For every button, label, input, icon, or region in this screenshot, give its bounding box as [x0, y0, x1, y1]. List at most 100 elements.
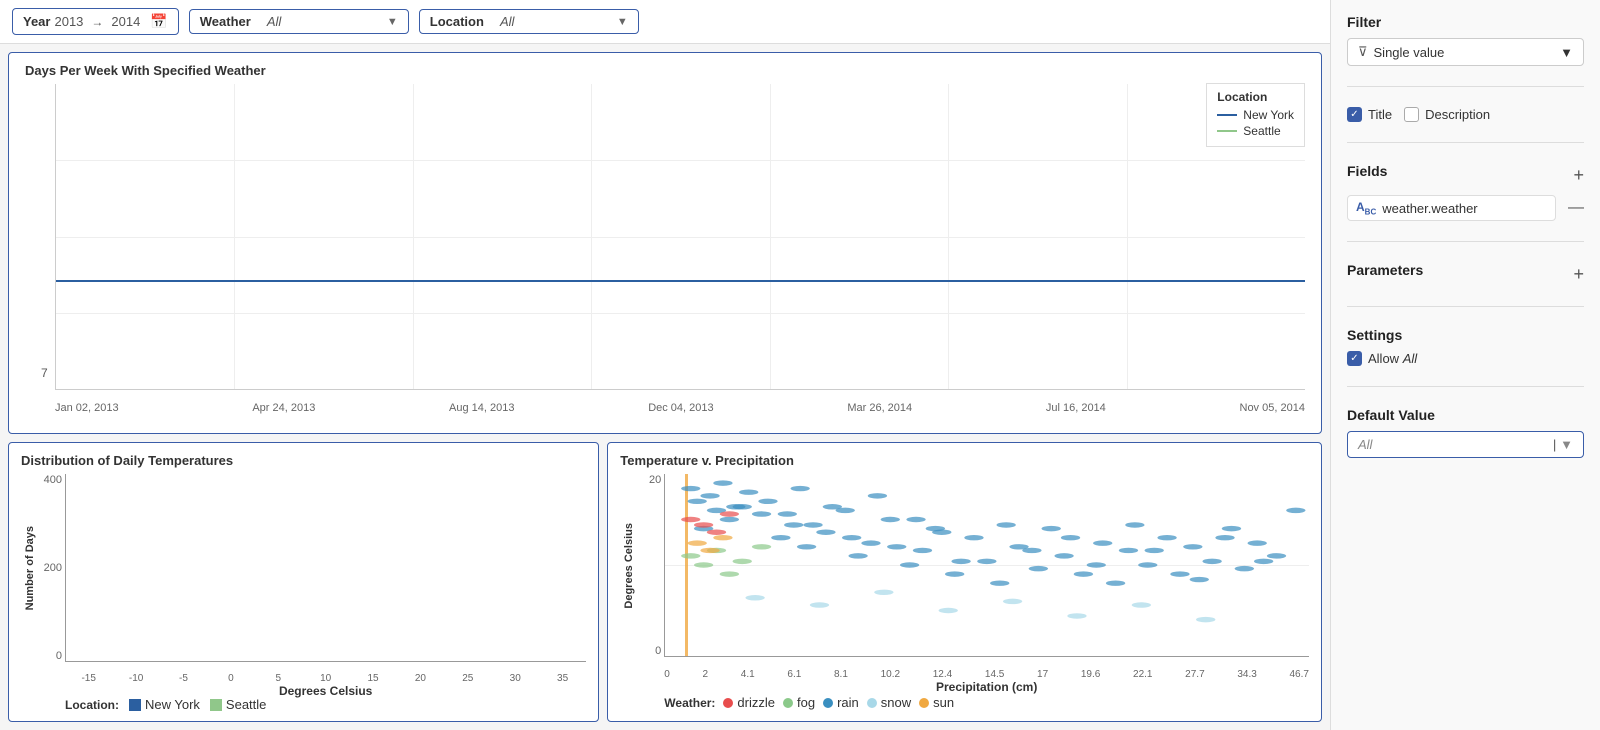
x-label-5: Jul 16, 2014 — [1046, 402, 1106, 414]
hist-legend-ny: New York — [129, 697, 200, 712]
scatter-svg — [665, 474, 1309, 656]
allow-all-checkmark-icon: ✓ — [1350, 353, 1358, 364]
hist-title: Distribution of Daily Temperatures — [21, 453, 586, 468]
location-filter[interactable]: Location All ▼ — [419, 9, 639, 34]
sun-dot-icon — [919, 698, 929, 708]
weather-filter[interactable]: Weather All ▼ — [189, 9, 409, 34]
x-label-6: Nov 05, 2014 — [1240, 402, 1305, 414]
main-content: Year 2013 → 2014 📅 Weather All ▼ Locatio… — [0, 0, 1330, 730]
hist-y-200: 200 — [44, 562, 62, 574]
scatter-legend-drizzle: drizzle — [723, 695, 775, 710]
year-filter[interactable]: Year 2013 → 2014 📅 — [12, 8, 179, 35]
top-chart-title: Days Per Week With Specified Weather — [25, 63, 1305, 78]
grid-h-3 — [56, 313, 1305, 314]
top-line-chart: Days Per Week With Specified Weather Loc… — [8, 52, 1322, 434]
divider-2 — [1347, 142, 1584, 143]
hist-legend-text-ny: New York — [145, 697, 200, 712]
hist-legend-box-ny — [129, 699, 141, 711]
y-axis-label-7: 7 — [41, 366, 48, 380]
calendar-icon: 📅 — [150, 13, 167, 30]
hist-y-400: 400 — [44, 474, 62, 486]
hist-y-0: 0 — [56, 650, 62, 662]
drizzle-dot-icon — [723, 698, 733, 708]
checkmark-icon: ✓ — [1350, 109, 1358, 120]
scatter-legend-sun: sun — [919, 695, 954, 710]
scatter-y-0: 0 — [655, 645, 661, 657]
description-checkbox-row: Description — [1404, 107, 1490, 122]
cursor-icon: | — [1553, 437, 1556, 452]
settings-section: Settings ✓ Allow All — [1347, 327, 1584, 366]
right-panel: Filter ⊽ Single value ▼ ✓ Title Descript… — [1330, 0, 1600, 730]
fog-dot-icon — [783, 698, 793, 708]
scatter-legend-snow-label: snow — [881, 695, 911, 710]
hist-legend-box-sea — [210, 699, 222, 711]
bottom-charts: Distribution of Daily Temperatures Numbe… — [8, 442, 1322, 722]
divider-3 — [1347, 241, 1584, 242]
description-checkbox[interactable] — [1404, 107, 1419, 122]
snow-dot-icon — [867, 698, 877, 708]
allow-all-row: ✓ Allow All — [1347, 351, 1584, 366]
scatter-legend-rain-label: rain — [837, 695, 859, 710]
location-label: Location — [430, 14, 484, 29]
scatter-x-title: Precipitation (cm) — [936, 680, 1037, 694]
scatter-legend-snow: snow — [867, 695, 911, 710]
year-arrow-icon: → — [91, 15, 103, 29]
allow-all-checkbox[interactable]: ✓ — [1347, 351, 1362, 366]
x-label-2: Aug 14, 2013 — [449, 402, 514, 414]
field-remove-button[interactable]: — — [1568, 199, 1584, 217]
x-label-4: Mar 26, 2014 — [847, 402, 912, 414]
default-value-dropdown[interactable]: All | ▼ — [1347, 431, 1584, 458]
fields-add-button[interactable]: + — [1573, 165, 1584, 186]
weather-chevron-icon: ▼ — [387, 16, 398, 28]
default-value-text: All — [1358, 437, 1549, 452]
filter-section-title: Filter — [1347, 14, 1584, 30]
x-label-3: Dec 04, 2013 — [648, 402, 713, 414]
scatter-plot-area — [664, 474, 1309, 657]
title-checkbox-label: Title — [1368, 107, 1392, 122]
hist-y-axis-title: Number of Days — [24, 526, 36, 610]
location-chevron-icon: ▼ — [617, 16, 628, 28]
location-value: All — [500, 14, 611, 29]
parameters-add-button[interactable]: + — [1573, 264, 1584, 285]
filter-bar: Year 2013 → 2014 📅 Weather All ▼ Locatio… — [0, 0, 1330, 44]
title-checkbox[interactable]: ✓ — [1347, 107, 1362, 122]
grid-h-2 — [56, 237, 1305, 238]
scatter-legend-label: Weather: — [664, 696, 715, 710]
year-label: Year — [23, 14, 50, 29]
settings-section-title: Settings — [1347, 327, 1584, 343]
default-value-title: Default Value — [1347, 407, 1584, 423]
field-name: weather.weather — [1382, 201, 1477, 216]
default-value-chevron-icon: ▼ — [1560, 437, 1573, 452]
divider-4 — [1347, 306, 1584, 307]
fields-section-title: Fields — [1347, 163, 1387, 179]
filter-type-value: Single value — [1374, 45, 1561, 60]
charts-area: Days Per Week With Specified Weather Loc… — [0, 44, 1330, 730]
rain-dot-icon — [823, 698, 833, 708]
x-label-1: Apr 24, 2013 — [252, 402, 315, 414]
hist-bars-container — [65, 474, 586, 662]
scatter-legend-sun-label: sun — [933, 695, 954, 710]
histogram-chart: Distribution of Daily Temperatures Numbe… — [8, 442, 599, 722]
hist-legend-label: Location: — [65, 698, 119, 712]
year-start: 2013 — [54, 14, 83, 29]
scatter-legend-drizzle-label: drizzle — [737, 695, 775, 710]
filter-type-chevron-icon: ▼ — [1560, 45, 1573, 60]
grid-h-1 — [56, 160, 1305, 161]
title-checkbox-row: ✓ Title — [1347, 107, 1392, 122]
scatter-title: Temperature v. Precipitation — [620, 453, 1309, 468]
hist-x-title: Degrees Celsius — [279, 684, 372, 698]
allow-all-label: Allow All — [1368, 351, 1417, 366]
scatter-legend-rain: rain — [823, 695, 859, 710]
scatter-legend-fog-label: fog — [797, 695, 815, 710]
ny-data-line — [56, 280, 1305, 282]
hist-legend-seattle: Seattle — [210, 697, 266, 712]
scatter-chart: Temperature v. Precipitation Degrees Cel… — [607, 442, 1322, 722]
weather-value: All — [267, 14, 381, 29]
scatter-y-20: 20 — [649, 474, 661, 486]
weather-label: Weather — [200, 14, 251, 29]
scatter-y-axis-title: Degrees Celsius — [623, 523, 635, 609]
filter-type-dropdown[interactable]: ⊽ Single value ▼ — [1347, 38, 1584, 66]
year-end: 2014 — [111, 14, 140, 29]
field-type-icon: ABC — [1356, 200, 1376, 216]
fields-section: Fields + ABC weather.weather — — [1347, 163, 1584, 221]
